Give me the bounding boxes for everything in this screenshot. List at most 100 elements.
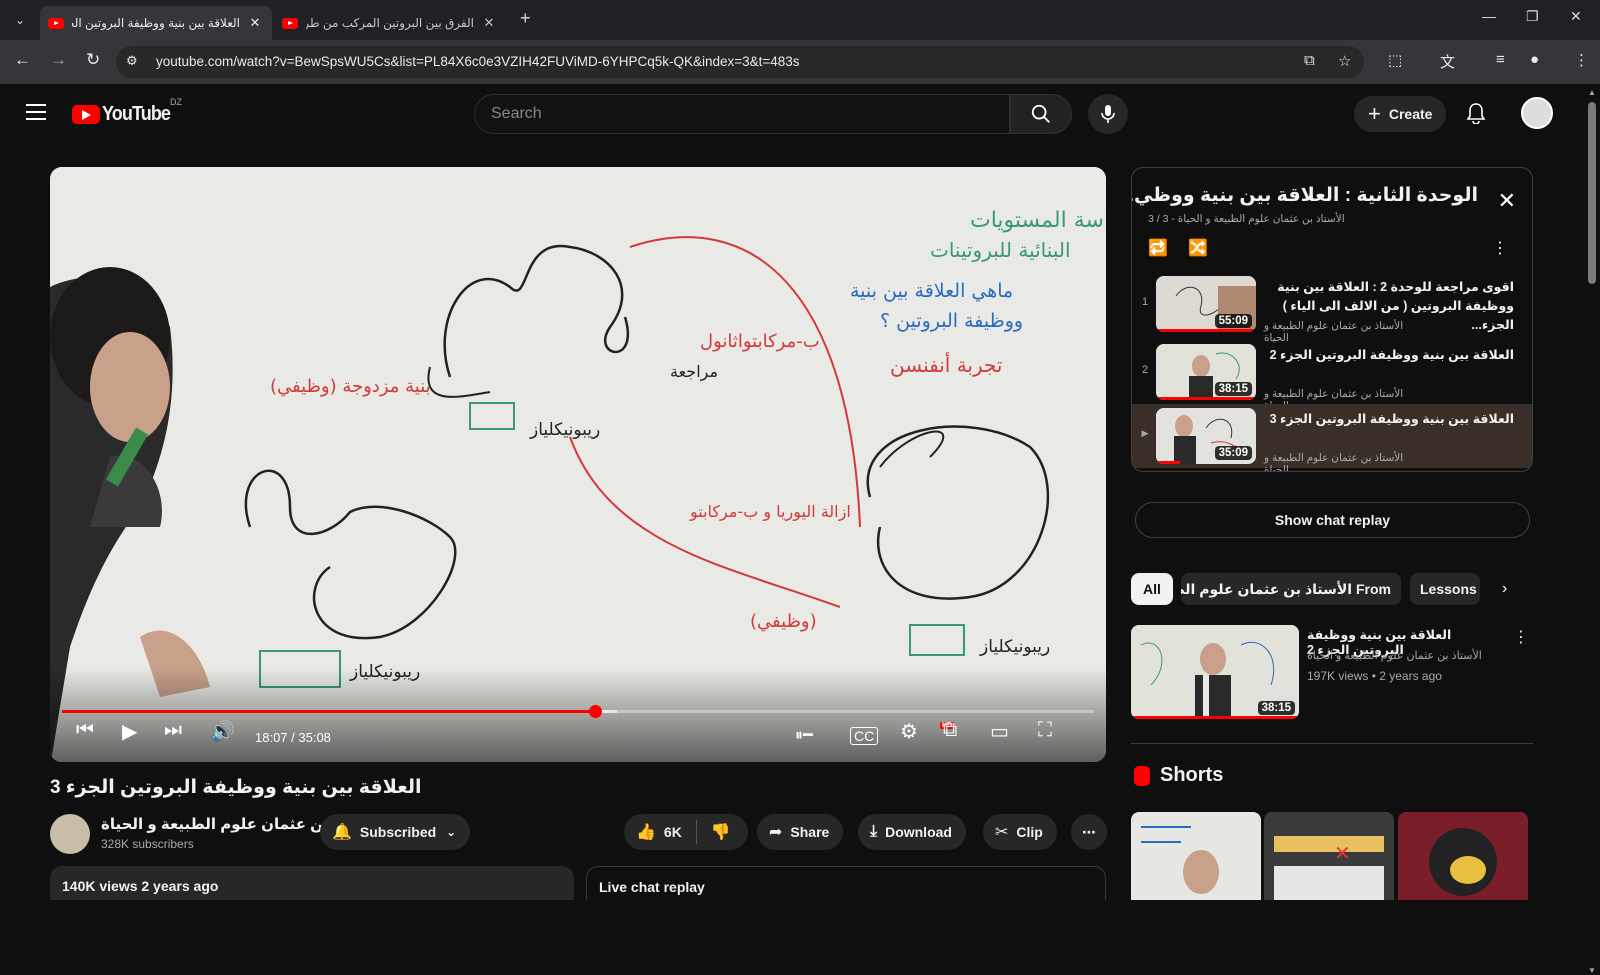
watched-bar xyxy=(1156,461,1180,464)
time-display: 18:07 / 35:08 xyxy=(255,730,331,745)
theater-mode-icon[interactable]: ▭ xyxy=(990,719,1009,744)
playlist-item[interactable]: 1 55:09 اقوى مراجعة للوحدة 2 : العلاقة ب… xyxy=(1132,272,1532,344)
scrubber-handle[interactable] xyxy=(588,705,602,718)
dislike-icon[interactable]: 👎 xyxy=(711,822,731,842)
browser-tab[interactable]: الفرق بين البروتين المركب من طرف ✕ xyxy=(274,6,506,40)
site-info-icon[interactable]: ⚙ xyxy=(126,53,138,69)
youtube-logo[interactable]: YouTube DZ xyxy=(72,97,182,126)
short-thumbnail[interactable] xyxy=(1131,812,1261,900)
playlist-item-current[interactable]: ▶ 35:09 العلاقة بين بنية ووظيفة البروتين… xyxy=(1132,404,1532,471)
create-label: Create xyxy=(1388,106,1433,122)
new-tab-button[interactable]: + xyxy=(520,8,531,29)
youtube-play-icon xyxy=(72,105,100,124)
svg-text:ماهي العلاقة بين بنية: ماهي العلاقة بين بنية xyxy=(850,280,1013,302)
notifications-bell-icon[interactable] xyxy=(1466,102,1486,129)
search-input[interactable]: Search xyxy=(474,94,1010,134)
short-thumbnail[interactable] xyxy=(1398,812,1528,900)
fullscreen-icon[interactable]: ⛶ xyxy=(1038,719,1052,742)
close-tab-icon[interactable]: ✕ xyxy=(480,15,498,31)
playlist-item[interactable]: 2 38:15 العلاقة بين بنية ووظيفة البروتين… xyxy=(1132,340,1532,412)
channel-avatar[interactable] xyxy=(50,814,90,854)
playlist-menu-icon[interactable]: ⋮ xyxy=(1492,238,1508,258)
close-tab-icon[interactable]: ✕ xyxy=(246,15,264,31)
scroll-down-icon[interactable]: ▼ xyxy=(1588,966,1596,975)
playlist-title[interactable]: الوحدة الثانية : العلاقة بين بنية ووظي..… xyxy=(1132,184,1478,207)
account-avatar[interactable] xyxy=(1521,97,1553,129)
play-icon[interactable]: ▶ xyxy=(122,719,137,744)
description-box[interactable]: 140K views 2 years ago xyxy=(50,866,574,900)
show-chat-replay-button[interactable]: Show chat replay xyxy=(1135,502,1530,538)
chevron-right-icon[interactable]: › xyxy=(1502,580,1507,598)
minimize-icon[interactable]: — xyxy=(1482,8,1496,24)
like-count[interactable]: 6K xyxy=(664,824,682,840)
video-thumbnail: 35:09 xyxy=(1156,408,1256,464)
browser-tab-active[interactable]: العلاقة بين بنية ووظيفة البروتين الجزء 3… xyxy=(40,6,272,40)
recommended-meta: 197K views • 2 years ago xyxy=(1307,669,1442,683)
search-icon xyxy=(1031,104,1050,123)
svg-text:(بنية مزدوجة (وظيفي: (بنية مزدوجة (وظيفي xyxy=(270,376,431,397)
settings-gear-icon[interactable]: ⚙ xyxy=(900,719,918,744)
url-text[interactable]: youtube.com/watch?v=BewSpsWU5Cs&list=PL8… xyxy=(156,54,800,69)
miniplayer-icon[interactable]: ⧉ xyxy=(943,719,957,742)
logo-text: YouTube xyxy=(102,103,171,125)
live-chat-replay-panel[interactable]: Live chat replay xyxy=(586,866,1106,900)
autoplay-toggle[interactable]: ⏸━ xyxy=(795,725,813,745)
svg-text:✕: ✕ xyxy=(1334,841,1351,865)
video-menu-icon[interactable]: ⋮ xyxy=(1513,627,1529,647)
captions-icon[interactable]: CC xyxy=(850,727,879,745)
install-app-icon[interactable]: ⧉ xyxy=(1304,52,1315,69)
previous-icon[interactable]: ⏮ xyxy=(76,719,94,742)
scrollbar-thumb[interactable] xyxy=(1588,102,1596,284)
bookmark-star-icon[interactable]: ☆ xyxy=(1338,52,1351,70)
chip-lessons[interactable]: Lessons xyxy=(1410,573,1480,605)
chip-all[interactable]: All xyxy=(1131,573,1173,605)
share-label: Share xyxy=(790,824,830,840)
media-control-icon[interactable]: ≡ xyxy=(1496,51,1505,68)
share-icon: ➦ xyxy=(769,824,783,841)
voice-search-button[interactable] xyxy=(1088,94,1128,134)
share-button[interactable]: ➦ Share xyxy=(757,814,844,850)
shuffle-icon[interactable]: 🔀 xyxy=(1188,240,1208,257)
back-icon[interactable]: ← xyxy=(14,50,31,70)
profile-icon[interactable]: ● xyxy=(1530,51,1539,68)
address-bar[interactable]: ⚙ youtube.com/watch?v=BewSpsWU5Cs&list=P… xyxy=(116,46,1364,78)
create-button[interactable]: + Create xyxy=(1354,96,1447,132)
playlist-item-channel: الأستاذ بن عثمان علوم الطبيعة و الحياة xyxy=(1264,452,1404,472)
playlist-subtitle: الأستاذ بن عثمان علوم الطبيعة و الحياة -… xyxy=(1148,213,1345,225)
reload-icon[interactable]: ↻ xyxy=(86,50,100,70)
recommended-video[interactable]: 38:15 العلاقة بين بنية ووظيفة البروتين ا… xyxy=(1131,625,1533,719)
svg-text:ازالة اليوريا و ب-مركابتو: ازالة اليوريا و ب-مركابتو xyxy=(689,502,851,522)
like-dislike-group: 👍 6K 👎 xyxy=(624,814,748,850)
progress-bar[interactable] xyxy=(62,705,1094,718)
bell-icon: 🔔 xyxy=(332,824,352,841)
live-chat-label: Live chat replay xyxy=(599,879,705,895)
more-actions-button[interactable]: ⋯ xyxy=(1071,814,1107,850)
close-playlist-icon[interactable]: ✕ xyxy=(1498,188,1516,214)
restore-icon[interactable]: ❐ xyxy=(1526,8,1539,25)
video-player[interactable]: دراسة المستويات البنائية للبروتينات ماهي… xyxy=(50,167,1106,762)
like-icon[interactable]: 👍 xyxy=(636,822,656,842)
download-button[interactable]: ⤓ Download xyxy=(858,814,966,850)
duration-badge: 55:09 xyxy=(1214,314,1252,328)
duration-badge: 38:15 xyxy=(1257,701,1295,715)
page-scrollbar[interactable]: ▲ ▼ xyxy=(1584,84,1600,975)
short-thumbnail[interactable]: ✕ xyxy=(1264,812,1394,900)
playlist-item-title: العلاقة بين بنية ووظيفة البروتين الجزء 2 xyxy=(1269,348,1514,362)
scissors-icon: ✂ xyxy=(995,824,1009,841)
volume-icon[interactable]: 🔊 xyxy=(210,719,235,744)
subscribed-button[interactable]: 🔔 Subscribed ⌄ xyxy=(320,814,471,850)
translate-icon[interactable]: 文 xyxy=(1440,51,1455,72)
forward-icon[interactable]: → xyxy=(50,50,67,70)
next-icon[interactable]: ⏭ xyxy=(164,719,182,742)
search-button[interactable] xyxy=(1010,94,1072,134)
browser-menu-icon[interactable]: ⋮ xyxy=(1574,51,1589,69)
chip-from-channel[interactable]: From الأستاذ بن عثمان علوم الطبيعة و الح… xyxy=(1181,573,1401,605)
extensions-icon[interactable]: ⬚ xyxy=(1388,51,1402,69)
close-window-icon[interactable]: ✕ xyxy=(1570,8,1582,25)
tab-search-button[interactable]: ⌄ xyxy=(8,8,32,32)
menu-icon[interactable] xyxy=(26,104,46,120)
clip-button[interactable]: ✂ Clip xyxy=(983,814,1057,850)
subscribed-label: Subscribed xyxy=(359,824,437,840)
loop-icon[interactable]: 🔁 xyxy=(1148,240,1168,257)
scroll-up-icon[interactable]: ▲ xyxy=(1588,88,1596,97)
